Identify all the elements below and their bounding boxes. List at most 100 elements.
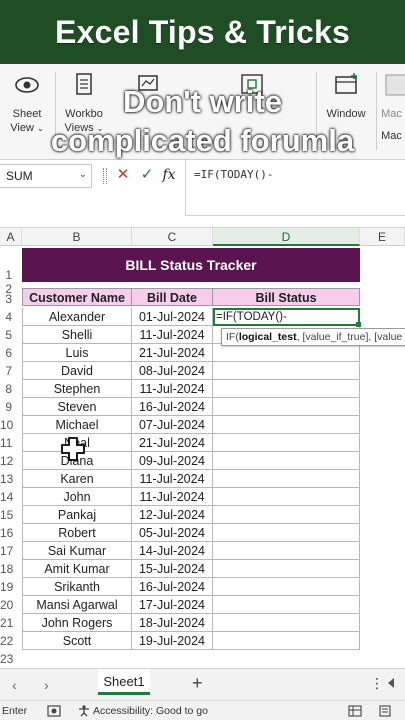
cell-bill-status[interactable]: [213, 578, 360, 596]
cell-bill-date[interactable]: 11-Jul-2024: [132, 488, 213, 506]
cell-bill-date[interactable]: 21-Jul-2024: [132, 344, 213, 362]
cell-customer-name[interactable]: Michael: [22, 416, 132, 434]
cell-customer-name[interactable]: Karen: [22, 470, 132, 488]
cell-bill-date[interactable]: 21-Jul-2024: [132, 434, 213, 452]
normal-view-icon[interactable]: [348, 705, 362, 717]
cell-customer-name[interactable]: John: [22, 488, 132, 506]
cell-bill-status[interactable]: [213, 506, 360, 524]
row-header[interactable]: 8: [0, 380, 14, 398]
grip-icon[interactable]: [103, 168, 107, 184]
row-header[interactable]: 5: [0, 326, 14, 344]
cell-bill-date[interactable]: 14-Jul-2024: [132, 542, 213, 560]
cell-bill-date[interactable]: 05-Jul-2024: [132, 524, 213, 542]
row-header[interactable]: 9: [0, 398, 14, 416]
confirm-icon[interactable]: ✓: [136, 164, 158, 188]
record-macro-icon[interactable]: [47, 705, 61, 717]
cell-bill-date[interactable]: 17-Jul-2024: [132, 596, 213, 614]
cell-bill-status[interactable]: [213, 452, 360, 470]
header-customer-name[interactable]: Customer Name: [22, 288, 132, 306]
header-bill-date[interactable]: Bill Date: [132, 288, 213, 306]
row-header[interactable]: 10: [0, 416, 14, 434]
fill-handle[interactable]: [356, 322, 361, 327]
cell-bill-status[interactable]: [213, 560, 360, 578]
active-cell-d4[interactable]: =IF(TODAY()-: [213, 308, 360, 326]
function-tooltip[interactable]: IF(logical_test, [value_if_true], [value: [221, 328, 405, 346]
column-header-e[interactable]: E: [360, 228, 405, 246]
cell-bill-status[interactable]: [213, 380, 360, 398]
cell-customer-name[interactable]: Amit Kumar: [22, 560, 132, 578]
header-bill-status[interactable]: Bill Status: [213, 288, 360, 306]
cell-bill-date[interactable]: 09-Jul-2024: [132, 452, 213, 470]
scroll-left-icon[interactable]: [386, 677, 396, 689]
cell-customer-name[interactable]: Pankaj: [22, 506, 132, 524]
cell-bill-status[interactable]: [213, 614, 360, 632]
cell-customer-name[interactable]: Shelli: [22, 326, 132, 344]
cell-customer-name[interactable]: Stephen: [22, 380, 132, 398]
cell-bill-status[interactable]: [213, 524, 360, 542]
cell-customer-name[interactable]: Mansi Agarwal: [22, 596, 132, 614]
row-header[interactable]: 17: [0, 542, 14, 560]
cell-bill-date[interactable]: 01-Jul-2024: [132, 308, 213, 326]
column-header-d[interactable]: D: [213, 228, 360, 246]
cell-bill-status[interactable]: [213, 416, 360, 434]
more-vertical-icon[interactable]: ⋮: [370, 675, 384, 692]
cell-bill-status[interactable]: [213, 398, 360, 416]
accessibility-status[interactable]: Accessibility: Good to go: [93, 705, 208, 717]
tooltip-arg-logical-test[interactable]: logical_test: [239, 331, 297, 343]
row-header[interactable]: 12: [0, 452, 14, 470]
tab-sheet1[interactable]: Sheet1: [98, 669, 150, 695]
cell-bill-date[interactable]: 18-Jul-2024: [132, 614, 213, 632]
column-header-a[interactable]: A: [0, 228, 22, 246]
cancel-icon[interactable]: ✕: [112, 164, 134, 188]
cell-bill-date[interactable]: 08-Jul-2024: [132, 362, 213, 380]
cell-customer-name[interactable]: Scott: [22, 632, 132, 650]
cell-bill-status[interactable]: [213, 542, 360, 560]
cell-bill-date[interactable]: 15-Jul-2024: [132, 560, 213, 578]
row-header[interactable]: 18: [0, 560, 14, 578]
cell-customer-name[interactable]: Robert: [22, 524, 132, 542]
cell-bill-date[interactable]: 11-Jul-2024: [132, 326, 213, 344]
row-header[interactable]: 13: [0, 470, 14, 488]
cell-bill-status[interactable]: [213, 344, 360, 362]
cell-bill-date[interactable]: 11-Jul-2024: [132, 380, 213, 398]
cell-bill-date[interactable]: 07-Jul-2024: [132, 416, 213, 434]
row-header[interactable]: 21: [0, 614, 14, 632]
formula-input[interactable]: =IF(TODAY()-: [185, 160, 405, 216]
cell-customer-name[interactable]: Srikanth: [22, 578, 132, 596]
cell-customer-name[interactable]: John Rogers: [22, 614, 132, 632]
cell-customer-name[interactable]: Steven: [22, 398, 132, 416]
row-header[interactable]: 16: [0, 524, 14, 542]
cell-bill-date[interactable]: 19-Jul-2024: [132, 632, 213, 650]
chevron-down-icon[interactable]: ⌄: [79, 169, 87, 180]
row-header[interactable]: 3: [0, 290, 14, 308]
chevron-left-icon[interactable]: ‹: [12, 677, 17, 693]
cell-bill-status[interactable]: [213, 362, 360, 380]
row-header[interactable]: 22: [0, 632, 14, 650]
row-header[interactable]: 4: [0, 308, 14, 326]
row-header[interactable]: 15: [0, 506, 14, 524]
name-box[interactable]: SUM ⌄: [0, 164, 92, 188]
column-header-c[interactable]: C: [132, 228, 213, 246]
row-header[interactable]: 11: [0, 434, 14, 452]
cell-bill-status[interactable]: [213, 470, 360, 488]
add-sheet-icon[interactable]: +: [192, 673, 203, 694]
row-header[interactable]: 23: [0, 650, 14, 668]
chevron-right-icon[interactable]: ›: [44, 677, 49, 693]
cell-bill-date[interactable]: 16-Jul-2024: [132, 578, 213, 596]
cell-bill-date[interactable]: 12-Jul-2024: [132, 506, 213, 524]
row-header[interactable]: 19: [0, 578, 14, 596]
column-header-b[interactable]: B: [22, 228, 132, 246]
cell-customer-name[interactable]: David: [22, 362, 132, 380]
cell-bill-date[interactable]: 11-Jul-2024: [132, 470, 213, 488]
cell-bill-status[interactable]: [213, 434, 360, 452]
cell-customer-name[interactable]: Luis: [22, 344, 132, 362]
row-header[interactable]: 7: [0, 362, 14, 380]
row-header[interactable]: 20: [0, 596, 14, 614]
row-header[interactable]: 14: [0, 488, 14, 506]
cell-customer-name[interactable]: Alexander: [22, 308, 132, 326]
cell-bill-date[interactable]: 16-Jul-2024: [132, 398, 213, 416]
cell-bill-status[interactable]: [213, 488, 360, 506]
cell-customer-name[interactable]: Sai Kumar: [22, 542, 132, 560]
cell-bill-status[interactable]: [213, 632, 360, 650]
accessibility-icon[interactable]: [78, 705, 90, 717]
